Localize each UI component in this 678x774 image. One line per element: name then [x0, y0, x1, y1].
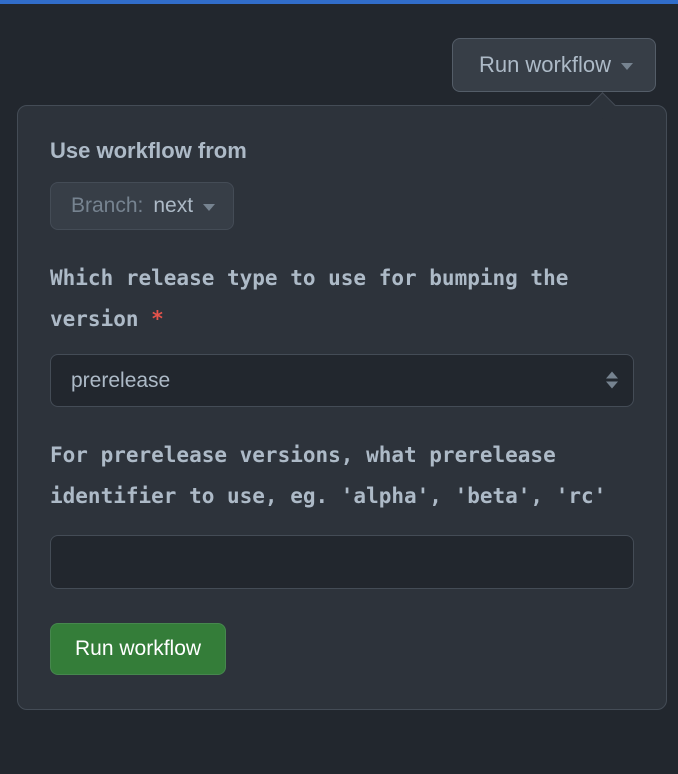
use-workflow-from-label: Use workflow from — [50, 138, 634, 164]
run-workflow-submit[interactable]: Run workflow — [50, 623, 226, 675]
prerelease-id-input[interactable] — [50, 535, 634, 589]
trigger-region: Run workflow — [452, 38, 656, 92]
caret-down-icon — [203, 204, 215, 211]
release-type-select[interactable]: prerelease — [50, 354, 634, 407]
release-type-label-text: Which release type to use for bumping th… — [50, 266, 568, 331]
run-workflow-trigger[interactable]: Run workflow — [452, 38, 656, 92]
caret-down-icon — [621, 63, 633, 70]
release-type-label: Which release type to use for bumping th… — [50, 258, 634, 340]
required-asterisk: * — [151, 307, 164, 331]
prerelease-id-label: For prerelease versions, what prerelease… — [50, 435, 634, 517]
branch-name: next — [153, 194, 193, 218]
release-type-select-wrap: prerelease — [50, 354, 634, 407]
branch-prefix: Branch: — [71, 194, 143, 218]
accent-bar — [0, 0, 678, 4]
workflow-popover: Use workflow from Branch: next Which rel… — [17, 105, 667, 710]
branch-selector[interactable]: Branch: next — [50, 182, 234, 230]
run-workflow-trigger-label: Run workflow — [479, 52, 611, 78]
